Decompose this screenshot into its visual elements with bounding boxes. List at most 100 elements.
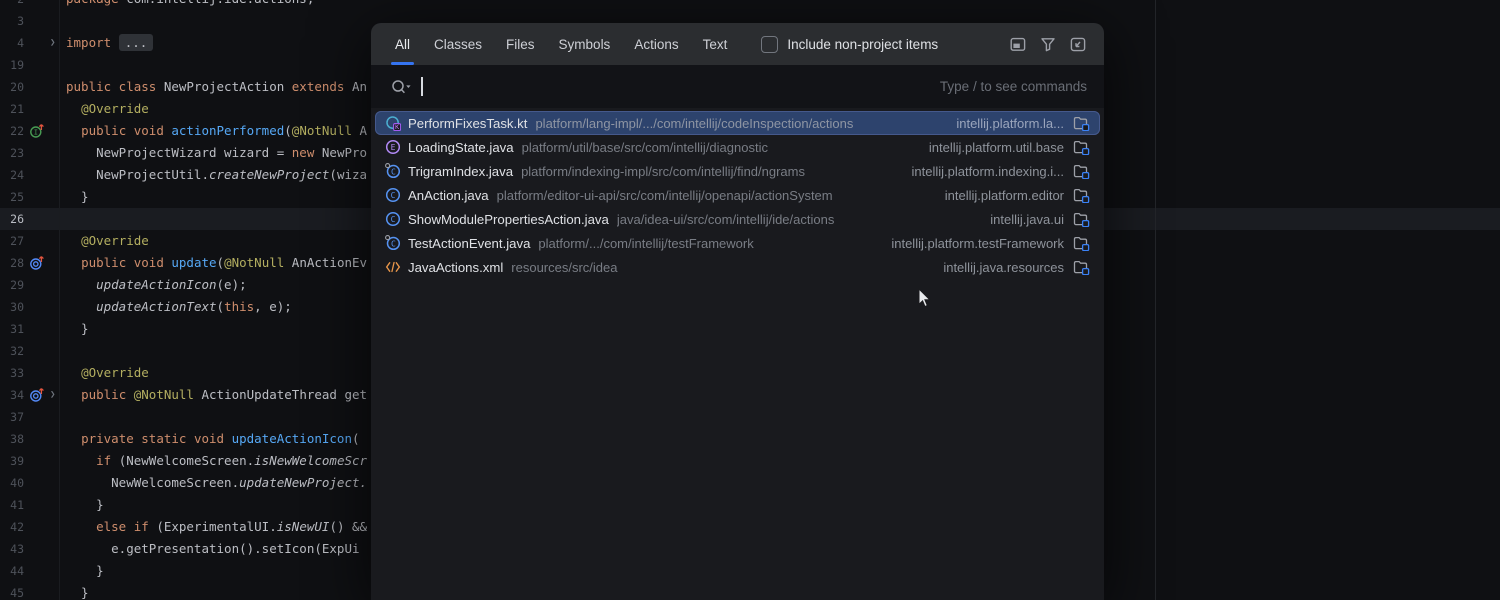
module-folder-icon <box>1073 235 1090 251</box>
svg-text:C: C <box>391 191 396 200</box>
code-text: } <box>66 582 89 600</box>
module-folder-icon <box>1073 163 1090 179</box>
result-filename: LoadingState.java <box>408 140 514 155</box>
line-number: 26 <box>0 208 24 230</box>
fold-arrow-icon[interactable]: ❯ <box>50 384 55 406</box>
code-text: @Override <box>66 98 149 120</box>
result-row[interactable]: JavaActions.xmlresources/src/ideaintelli… <box>375 255 1100 279</box>
result-path: platform/editor-ui-api/src/com/intellij/… <box>497 188 833 203</box>
result-filename: TrigramIndex.java <box>408 164 513 179</box>
class-icon: C <box>385 211 401 227</box>
tab-symbols[interactable]: Symbols <box>559 23 611 65</box>
line-number: 40 <box>0 472 24 494</box>
open-in-tool-window-icon[interactable] <box>1069 36 1086 53</box>
line-number: 29 <box>0 274 24 296</box>
include-non-project-label: Include non-project items <box>787 37 938 52</box>
tab-classes[interactable]: Classes <box>434 23 482 65</box>
result-row[interactable]: C AnAction.java platform/editor-ui-api/src… <box>375 183 1100 207</box>
overrides-gutter-icon[interactable] <box>29 255 45 271</box>
result-filename: AnAction.java <box>408 188 489 203</box>
result-module: intellij.platform.la... <box>946 116 1064 131</box>
text-caret <box>421 77 423 96</box>
result-module: intellij.java.ui <box>980 212 1064 227</box>
result-filename: ShowModulePropertiesAction.java <box>408 212 609 227</box>
search-field[interactable]: Type / to see commands <box>371 65 1104 108</box>
result-module: intellij.platform.indexing.i... <box>902 164 1064 179</box>
mouse-cursor <box>918 288 932 309</box>
tab-text[interactable]: Text <box>703 23 728 65</box>
filter-icon[interactable] <box>1039 36 1056 53</box>
line-number: 24 <box>0 164 24 186</box>
result-row[interactable]: CTestActionEvent.javaplatform/.../com/in… <box>375 231 1100 255</box>
line-number: 4 <box>0 32 24 54</box>
result-module: intellij.platform.editor <box>935 188 1064 203</box>
line-number: 44 <box>0 560 24 582</box>
code-text: } <box>66 494 104 516</box>
result-row[interactable]: E LoadingState.java platform/util/base/src… <box>375 135 1100 159</box>
overrides-gutter-icon[interactable] <box>29 387 45 403</box>
code-text: @Override <box>66 230 149 252</box>
line-number: 20 <box>0 76 24 98</box>
class-final-icon: C <box>385 235 401 251</box>
code-text: } <box>66 186 89 208</box>
fold-arrow-icon[interactable]: ❯ <box>50 32 55 54</box>
pin-window-icon[interactable] <box>1009 36 1026 53</box>
search-everywhere-tabbar: All Classes Files Symbols Actions Text Includ… <box>371 23 1104 65</box>
module-folder-icon <box>1073 211 1090 227</box>
code-text: public void update(@NotNull AnActionEv <box>66 252 367 274</box>
line-number: 2 <box>0 0 24 10</box>
code-text: public class NewProjectAction extends An <box>66 76 367 98</box>
line-number: 45 <box>0 582 24 600</box>
code-text: NewWelcomeScreen.updateNewProject. <box>66 472 367 494</box>
module-folder-icon <box>1073 115 1090 131</box>
header-icons <box>1009 36 1086 53</box>
line-number: 38 <box>0 428 24 450</box>
svg-text:C: C <box>391 167 396 176</box>
result-row[interactable]: CTrigramIndex.javaplatform/indexing-impl… <box>375 159 1100 183</box>
xml-file-icon <box>385 259 401 275</box>
line-number: 34 <box>0 384 24 406</box>
result-filename: PerformFixesTask.kt <box>408 116 527 131</box>
result-module: intellij.platform.testFramework <box>881 236 1064 251</box>
svg-text:E: E <box>391 143 396 152</box>
result-path: resources/src/idea <box>511 260 617 275</box>
line-number: 42 <box>0 516 24 538</box>
module-folder-icon <box>1073 139 1090 155</box>
code-text: updateActionText(this, e); <box>66 296 292 318</box>
tab-files[interactable]: Files <box>506 23 535 65</box>
implements-gutter-icon[interactable]: I <box>29 123 45 139</box>
line-number: 30 <box>0 296 24 318</box>
line-number: 32 <box>0 340 24 362</box>
code-text: public @NotNull ActionUpdateThread get <box>66 384 367 406</box>
code-text: if (NewWelcomeScreen.isNewWelcomeScr <box>66 450 367 472</box>
enum-icon: E <box>385 139 401 155</box>
include-non-project-checkbox[interactable] <box>761 36 778 53</box>
line-number: 27 <box>0 230 24 252</box>
result-path: platform/util/base/src/com/intellij/diag… <box>522 140 768 155</box>
kotlin-class-icon: K <box>385 115 401 131</box>
code-text: @Override <box>66 362 149 384</box>
svg-text:C: C <box>391 239 396 248</box>
code-text: } <box>66 560 104 582</box>
include-non-project-option[interactable]: Include non-project items <box>761 36 938 53</box>
tab-all[interactable]: All <box>395 23 410 65</box>
result-row[interactable]: KPerformFixesTask.ktplatform/lang-impl/.… <box>375 111 1100 135</box>
code-text: package com.intellij.ide.actions; <box>66 0 314 10</box>
code-text: e.getPresentation().setIcon(ExpUi <box>66 538 360 560</box>
code-text: public void actionPerformed(@NotNull A <box>66 120 367 142</box>
module-folder-icon <box>1073 187 1090 203</box>
code-text: NewProjectUtil.createNewProject(wiza <box>66 164 367 186</box>
line-number: 19 <box>0 54 24 76</box>
code-text: updateActionIcon(e); <box>66 274 247 296</box>
result-module: intellij.java.resources <box>933 260 1064 275</box>
search-icon <box>390 78 412 96</box>
code-text: else if (ExperimentalUI.isNewUI() && <box>66 516 367 538</box>
svg-text:C: C <box>391 215 396 224</box>
line-number: 21 <box>0 98 24 120</box>
tab-actions[interactable]: Actions <box>634 23 678 65</box>
search-placeholder: Type / to see commands <box>940 79 1087 94</box>
code-line[interactable]: 2 package com.intellij.ide.actions; <box>0 0 1500 10</box>
result-row[interactable]: CShowModulePropertiesAction.javajava/ide… <box>375 207 1100 231</box>
code-text: import ... <box>66 32 153 54</box>
result-filename: TestActionEvent.java <box>408 236 530 251</box>
